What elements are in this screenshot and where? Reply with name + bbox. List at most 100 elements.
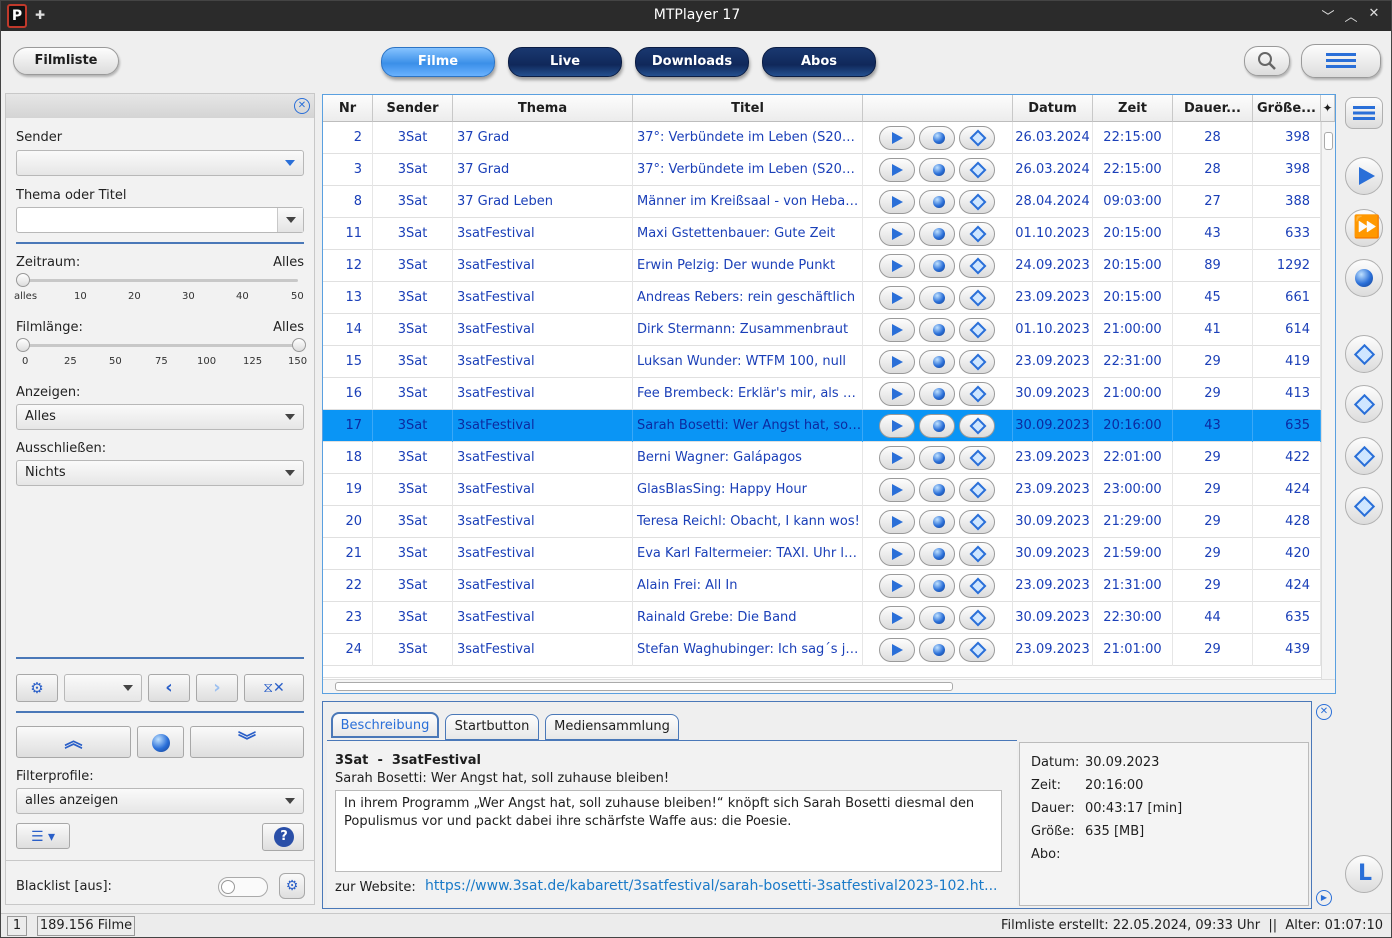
tab-abos[interactable]: Abos [762, 47, 876, 77]
anzeigen-select[interactable]: Alles [16, 404, 304, 430]
table-row[interactable]: 20 3Sat 3satFestival Teresa Reichl: Obacht,… [323, 506, 1321, 538]
table-row[interactable]: 24 3Sat 3satFestival Stefan Waghubinger: Ic… [323, 634, 1321, 666]
table-row[interactable]: 14 3Sat 3satFestival Dirk Stermann: Zusamme… [323, 314, 1321, 346]
filmliste-button[interactable]: Filmliste [13, 47, 119, 75]
table-row[interactable]: 13 3Sat 3satFestival Andreas Rebers: rein g… [323, 282, 1321, 314]
vertical-scrollbar-thumb[interactable] [1324, 132, 1333, 150]
right-menu-button[interactable] [1345, 97, 1383, 129]
bookmark-button[interactable] [1345, 335, 1383, 373]
table-row[interactable]: 12 3Sat 3satFestival Erwin Pelzig: Der wund… [323, 250, 1321, 282]
close-filter-icon[interactable]: ✕ [294, 98, 310, 114]
tab-beschreibung[interactable]: Beschreibung [331, 712, 439, 738]
tab-downloads[interactable]: Downloads [635, 47, 749, 77]
bookmark-button[interactable] [959, 286, 995, 310]
help-button[interactable]: ? [262, 823, 304, 851]
bookmark-button[interactable] [959, 254, 995, 278]
bookmark-button[interactable] [959, 414, 995, 438]
record-button[interactable] [919, 414, 955, 438]
expand-info-icon[interactable]: ▶ [1316, 890, 1332, 906]
table-row[interactable]: 3 3Sat 37 Grad 37°: Verbündete im Leben (S2… [323, 154, 1321, 186]
l-button[interactable]: L [1345, 855, 1383, 893]
table-row[interactable]: 22 3Sat 3satFestival Alain Frei: All In 23.0… [323, 570, 1321, 602]
zeitraum-slider-handle[interactable] [16, 273, 30, 287]
play-button[interactable] [879, 510, 915, 534]
clear-filter-button[interactable]: ⧖✕ [244, 674, 304, 702]
thema-input[interactable] [16, 207, 304, 233]
record-button[interactable] [919, 286, 955, 310]
minimize-icon[interactable]: ﹀ [1319, 6, 1337, 25]
website-link[interactable]: https://www.3sat.de/kabarett/3satfestiva… [425, 878, 997, 894]
bookmark-button[interactable] [959, 606, 995, 630]
menu-button[interactable] [1301, 44, 1381, 78]
blacklist-toggle[interactable] [218, 877, 268, 897]
play-button[interactable] [879, 382, 915, 406]
bookmark-button[interactable] [959, 510, 995, 534]
filter-settings-button[interactable]: ⚙ [16, 674, 58, 702]
record-button[interactable] [919, 574, 955, 598]
zeitraum-slider-track[interactable] [22, 279, 298, 282]
play-button[interactable] [879, 478, 915, 502]
table-row[interactable]: 21 3Sat 3satFestival Eva Karl Faltermeier: … [323, 538, 1321, 570]
description-text[interactable]: In ihrem Programm „Wer Angst hat, soll z… [335, 790, 1002, 872]
filmlaenge-slider-track[interactable] [22, 344, 298, 347]
horizontal-scrollbar[interactable] [323, 679, 1335, 693]
sender-select[interactable] [16, 150, 304, 176]
vertical-scrollbar[interactable] [1321, 122, 1335, 679]
play-button[interactable] [879, 222, 915, 246]
bookmark-download-button[interactable] [1345, 487, 1383, 525]
record-button[interactable] [919, 222, 955, 246]
play-button[interactable] [879, 158, 915, 182]
play-button[interactable] [879, 542, 915, 566]
bookmark-button[interactable] [959, 126, 995, 150]
play-button[interactable] [879, 606, 915, 630]
play-button[interactable] [879, 574, 915, 598]
record-button[interactable] [919, 382, 955, 406]
tab-filme[interactable]: Filme [381, 47, 495, 77]
play-button[interactable] [879, 414, 915, 438]
play-button[interactable] [879, 126, 915, 150]
filmlaenge-min-handle[interactable] [16, 338, 30, 352]
table-row[interactable]: 8 3Sat 37 Grad Leben Männer im Kreißsaal - … [323, 186, 1321, 218]
table-row[interactable]: 23 3Sat 3satFestival Rainald Grebe: Die Ban… [323, 602, 1321, 634]
bookmark-button[interactable] [959, 350, 995, 374]
play-button[interactable] [879, 638, 915, 662]
filter-down-button[interactable]: ︾ [190, 726, 304, 758]
table-row[interactable]: 16 3Sat 3satFestival Fee Brembeck: Erklär's… [323, 378, 1321, 410]
record-film-button[interactable] [1345, 259, 1383, 297]
download-film-button[interactable]: ⏩ [1345, 209, 1383, 247]
ausschliessen-select[interactable]: Nichts [16, 460, 304, 486]
table-row[interactable]: 11 3Sat 3satFestival Maxi Gstettenbauer: Gu… [323, 218, 1321, 250]
bookmark-delete-button[interactable] [1345, 385, 1383, 423]
play-button[interactable] [879, 350, 915, 374]
record-button[interactable] [919, 254, 955, 278]
bookmark-button[interactable] [959, 478, 995, 502]
bookmark-button[interactable] [959, 190, 995, 214]
bookmark-button[interactable] [959, 222, 995, 246]
tab-live[interactable]: Live [508, 47, 622, 77]
record-button[interactable] [919, 446, 955, 470]
play-film-button[interactable] [1345, 157, 1383, 195]
play-button[interactable] [879, 286, 915, 310]
filter-forward-button[interactable]: › [196, 674, 238, 702]
bookmark-button[interactable] [959, 542, 995, 566]
col-titel[interactable]: Titel [633, 95, 863, 122]
col-sender[interactable]: Sender [373, 95, 453, 122]
filter-back-button[interactable]: ‹ [148, 674, 190, 702]
record-button[interactable] [919, 318, 955, 342]
col-datum[interactable]: Datum [1013, 95, 1093, 122]
record-button[interactable] [919, 542, 955, 566]
record-button[interactable] [919, 158, 955, 182]
bookmark-cross-button[interactable] [1345, 437, 1383, 475]
bookmark-button[interactable] [959, 638, 995, 662]
col-thema[interactable]: Thema [453, 95, 633, 122]
table-row[interactable]: 2 3Sat 37 Grad 37°: Verbündete im Leben (S2… [323, 122, 1321, 154]
filter-history-select[interactable] [64, 674, 142, 702]
table-row[interactable]: 19 3Sat 3satFestival GlasBlasSing: Happy Ho… [323, 474, 1321, 506]
add-column-icon[interactable]: ✦ [1321, 95, 1335, 122]
play-button[interactable] [879, 318, 915, 342]
col-buttons[interactable] [863, 95, 1013, 122]
play-button[interactable] [879, 446, 915, 470]
record-button[interactable] [919, 606, 955, 630]
filmlaenge-max-handle[interactable] [292, 338, 306, 352]
close-icon[interactable]: ✕ [1365, 6, 1383, 21]
